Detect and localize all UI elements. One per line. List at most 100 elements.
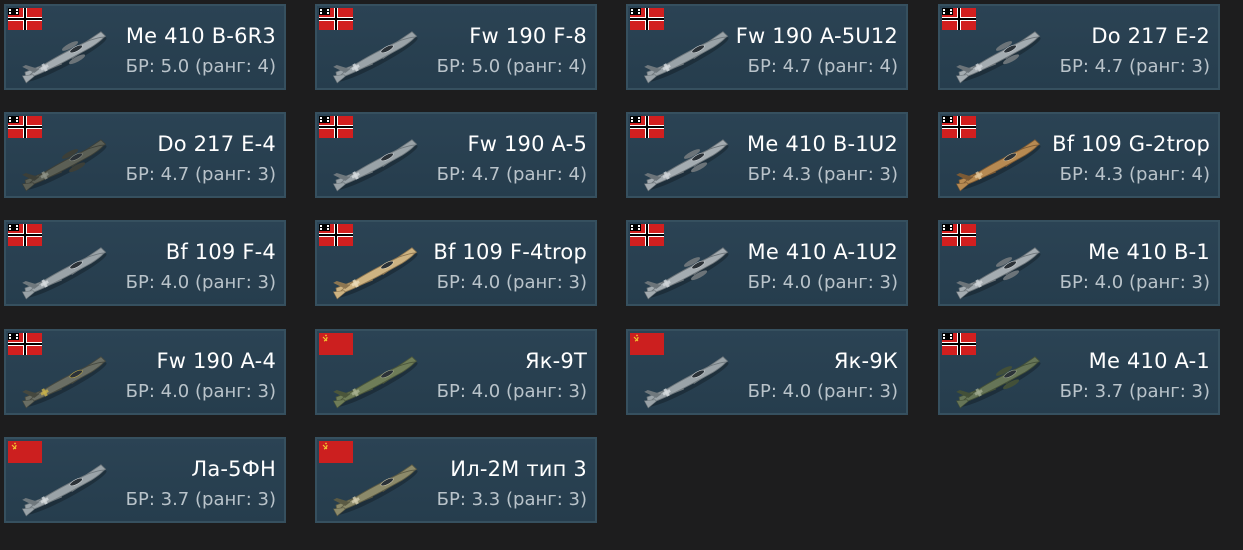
rank-value: 3: [879, 381, 891, 402]
rank-close: ): [579, 164, 587, 185]
germany-flag-icon: [8, 8, 42, 30]
vehicle-card[interactable]: Me 410 B-1 БР: 4.0 (ранг: 3): [938, 220, 1220, 306]
br-value: 4.0: [160, 272, 190, 293]
br-value: 4.7: [1094, 56, 1124, 77]
vehicle-name: Bf 109 G-2trop: [1052, 132, 1210, 156]
battle-rating: БР: 4.0 (ранг: 3): [437, 380, 587, 404]
germany-flag-icon: [319, 8, 353, 30]
germany-flag-icon: [8, 333, 42, 355]
br-value: 5.0: [471, 56, 501, 77]
vehicle-card[interactable]: Do 217 E-4 БР: 4.7 (ранг: 3): [4, 112, 286, 198]
rank-value: 3: [257, 164, 269, 185]
vehicle-name: Bf 109 F-4: [165, 240, 276, 264]
vehicle-card[interactable]: Bf 109 F-4 БР: 4.0 (ранг: 3): [4, 220, 286, 306]
rank-value: 3: [568, 489, 580, 510]
rank-label: (ранг:: [195, 164, 252, 185]
br-label: БР:: [436, 164, 466, 185]
battle-rating: БР: 4.0 (ранг: 3): [437, 271, 587, 295]
vehicle-name: Me 410 B-6R3: [125, 24, 276, 48]
vehicle-name: Me 410 A-1U2: [747, 240, 898, 264]
battle-rating: БР: 4.7 (ранг: 4): [748, 55, 898, 79]
rank-label: (ранг:: [195, 381, 252, 402]
vehicle-card[interactable]: Fw 190 F-8 БР: 5.0 (ранг: 4): [315, 4, 597, 90]
br-label: БР:: [125, 272, 155, 293]
rank-close: ): [268, 164, 276, 185]
battle-rating: БР: 5.0 (ранг: 4): [437, 55, 587, 79]
vehicle-card[interactable]: Bf 109 G-2trop БР: 4.3 (ранг: 4): [938, 112, 1220, 198]
vehicle-name: Fw 190 F-8: [469, 24, 587, 48]
br-label: БР:: [747, 381, 777, 402]
ussr-flag-icon: [319, 333, 353, 355]
germany-flag-icon: [630, 224, 664, 246]
br-label: БР:: [1059, 272, 1089, 293]
br-label: БР:: [125, 381, 155, 402]
br-label: БР:: [747, 272, 777, 293]
vehicle-card[interactable]: Fw 190 A-5U12 БР: 4.7 (ранг: 4): [626, 4, 908, 90]
rank-close: ): [1202, 164, 1210, 185]
vehicle-card[interactable]: Me 410 A-1U2 БР: 4.0 (ранг: 3): [626, 220, 908, 306]
vehicle-card[interactable]: Як-9К БР: 4.0 (ранг: 3): [626, 329, 908, 415]
rank-value: 3: [257, 489, 269, 510]
vehicle-card[interactable]: Як-9Т БР: 4.0 (ранг: 3): [315, 329, 597, 415]
germany-flag-icon: [8, 224, 42, 246]
vehicle-card[interactable]: Ил-2М тип 3 БР: 3.3 (ранг: 3): [315, 437, 597, 523]
br-value: 4.0: [782, 381, 812, 402]
rank-value: 4: [879, 56, 891, 77]
rank-close: ): [268, 56, 276, 77]
rank-label: (ранг:: [506, 164, 563, 185]
rank-value: 3: [568, 381, 580, 402]
rank-value: 3: [879, 164, 891, 185]
vehicle-card[interactable]: Fw 190 A-4 БР: 4.0 (ранг: 3): [4, 329, 286, 415]
rank-label: (ранг:: [195, 56, 252, 77]
vehicle-card[interactable]: Me 410 B-1U2 БР: 4.3 (ранг: 3): [626, 112, 908, 198]
vehicle-name: Do 217 E-4: [157, 132, 276, 156]
rank-close: ): [890, 56, 898, 77]
vehicle-name: Me 410 A-1: [1088, 349, 1210, 373]
battle-rating: БР: 4.7 (ранг: 4): [437, 163, 587, 187]
rank-close: ): [579, 56, 587, 77]
rank-value: 3: [257, 381, 269, 402]
br-value: 4.3: [1094, 164, 1124, 185]
rank-close: ): [268, 272, 276, 293]
vehicle-grid: Me 410 B-6R3 БР: 5.0 (ранг: 4) Fw 190 F-8 Б…: [0, 0, 1243, 550]
battle-rating: БР: 4.0 (ранг: 3): [748, 271, 898, 295]
vehicle-name: Ил-2М тип 3: [450, 457, 587, 481]
germany-flag-icon: [942, 116, 976, 138]
br-value: 4.7: [160, 164, 190, 185]
battle-rating: БР: 3.7 (ранг: 3): [126, 488, 276, 512]
br-value: 4.0: [471, 272, 501, 293]
rank-close: ): [1202, 272, 1210, 293]
br-label: БР:: [436, 272, 466, 293]
germany-flag-icon: [630, 116, 664, 138]
vehicle-card[interactable]: Me 410 B-6R3 БР: 5.0 (ранг: 4): [4, 4, 286, 90]
rank-label: (ранг:: [506, 56, 563, 77]
rank-label: (ранг:: [817, 56, 874, 77]
br-value: 4.0: [782, 272, 812, 293]
br-label: БР:: [436, 381, 466, 402]
rank-close: ): [890, 272, 898, 293]
rank-label: (ранг:: [506, 381, 563, 402]
rank-close: ): [268, 489, 276, 510]
vehicle-card[interactable]: Do 217 E-2 БР: 4.7 (ранг: 3): [938, 4, 1220, 90]
rank-label: (ранг:: [1129, 164, 1186, 185]
vehicle-card[interactable]: Fw 190 A-5 БР: 4.7 (ранг: 4): [315, 112, 597, 198]
battle-rating: БР: 4.3 (ранг: 4): [1060, 163, 1210, 187]
ussr-flag-icon: [319, 441, 353, 463]
rank-value: 3: [568, 272, 580, 293]
battle-rating: БР: 4.7 (ранг: 3): [126, 163, 276, 187]
germany-flag-icon: [942, 8, 976, 30]
br-label: БР:: [747, 56, 777, 77]
vehicle-name: Як-9К: [833, 349, 898, 373]
rank-close: ): [890, 164, 898, 185]
vehicle-card[interactable]: Me 410 A-1 БР: 3.7 (ранг: 3): [938, 329, 1220, 415]
rank-value: 3: [879, 272, 891, 293]
br-value: 4.7: [471, 164, 501, 185]
vehicle-card[interactable]: Bf 109 F-4trop БР: 4.0 (ранг: 3): [315, 220, 597, 306]
germany-flag-icon: [942, 224, 976, 246]
br-value: 4.3: [782, 164, 812, 185]
vehicle-card[interactable]: Ла-5ФН БР: 3.7 (ранг: 3): [4, 437, 286, 523]
battle-rating: БР: 4.0 (ранг: 3): [1060, 271, 1210, 295]
vehicle-name: Ла-5ФН: [191, 457, 276, 481]
rank-label: (ранг:: [1129, 381, 1186, 402]
vehicle-name: Bf 109 F-4trop: [433, 240, 587, 264]
